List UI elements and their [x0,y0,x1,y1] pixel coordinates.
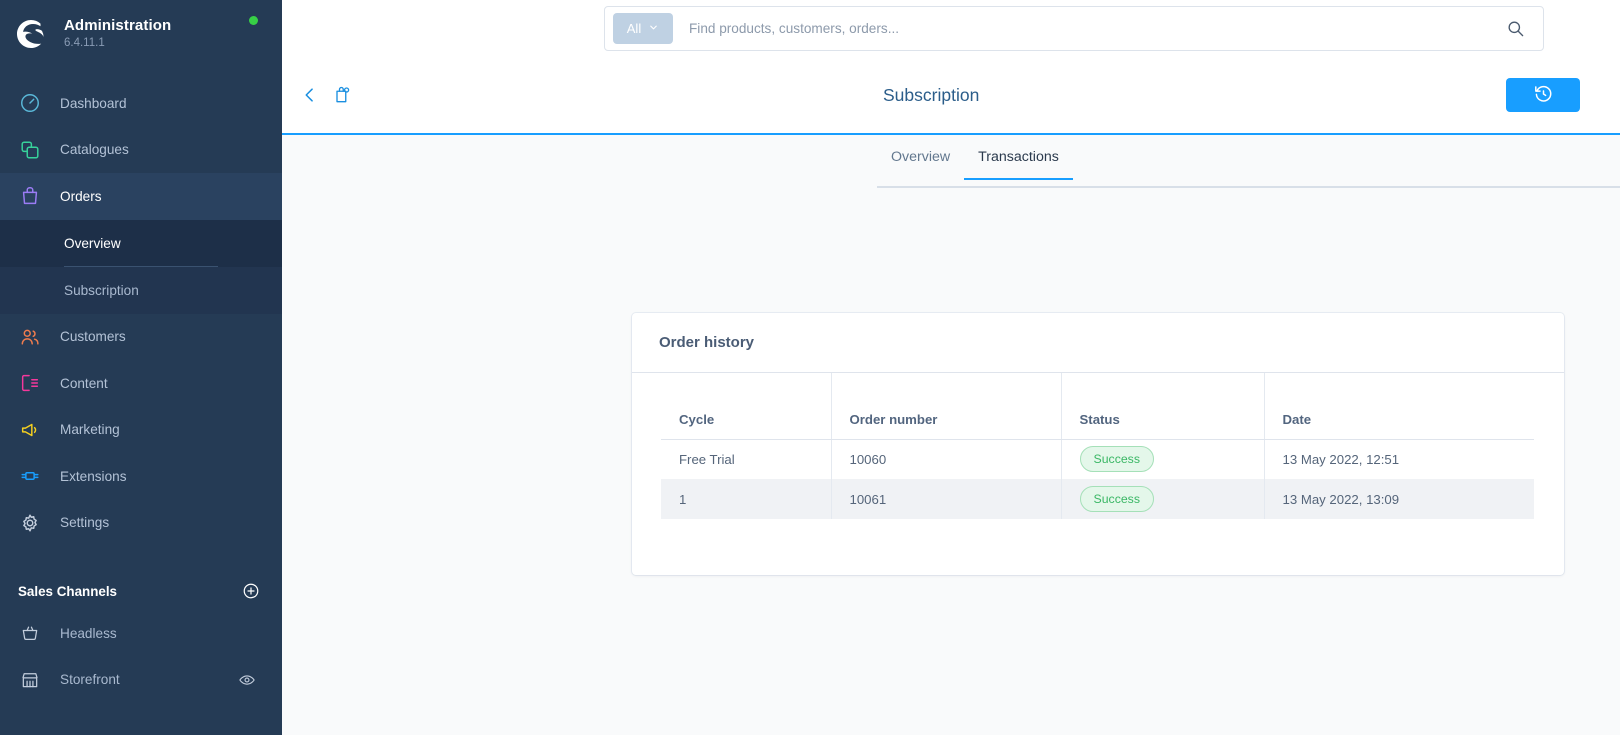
order-history-card: Order history Cycle Order number Status … [632,313,1564,575]
customers-icon [18,325,42,349]
cell-order-number: 10060 [831,439,1062,479]
sales-channel-label: Headless [60,625,117,641]
brand-header: Administration 6.4.11.1 [0,0,282,68]
eye-icon[interactable] [238,671,256,689]
column-header-order-number: Order number [831,373,1062,440]
shopware-logo-icon [14,17,48,51]
status-dot [249,16,258,25]
search-scope-dropdown[interactable]: All [613,13,673,44]
basket-icon [18,621,42,645]
global-search: All [604,6,1544,51]
catalogues-icon [18,138,42,162]
page-title: Subscription [883,84,980,105]
sidebar-item-catalogues[interactable]: Catalogues [0,127,282,174]
tab-bar: Overview Transactions [282,135,1620,188]
brand-title: Administration [64,17,172,34]
topbar: All [282,0,1620,57]
plus-circle-icon[interactable] [242,582,260,600]
sidebar-subitem-label: Overview [64,235,121,251]
sidebar-item-overview[interactable]: Overview [0,219,282,267]
cell-status: Success [1061,479,1265,519]
megaphone-icon [18,418,42,442]
cell-date: 13 May 2022, 13:09 [1264,479,1534,519]
sidebar-subitem-label: Subscription [64,282,139,298]
sidebar-item-subscription[interactable]: Subscription [0,267,282,314]
sidebar-subnav: Overview Subscription [0,219,282,314]
brand-version: 6.4.11.1 [64,37,105,49]
search-scope-label: All [626,21,642,36]
sidebar-item-dashboard[interactable]: Dashboard [0,80,282,127]
status-badge: Success [1079,486,1154,512]
sales-channels-title: Sales Channels [18,583,117,599]
gear-icon [18,511,42,535]
sidebar-item-label: Catalogues [60,142,129,158]
search-icon[interactable] [1506,19,1525,38]
shopware-admin-app: Administration 6.4.11.1 Dashboard Catalo… [0,0,1620,735]
status-badge: Success [1079,446,1154,473]
sidebar-item-orders[interactable]: Orders [0,173,282,220]
subscription-history-button[interactable] [1506,78,1580,112]
column-header-date: Date [1264,373,1534,440]
sidebar-item-label: Dashboard [60,95,127,111]
column-header-cycle: Cycle [661,373,832,440]
sidebar-item-label: Extensions [60,468,127,484]
cell-cycle: Free Trial [661,439,832,479]
tab-label: Transactions [978,149,1059,165]
chevron-down-icon [648,21,659,36]
sidebar: Administration 6.4.11.1 Dashboard Catalo… [0,0,282,735]
page-header: Subscription [282,57,1620,135]
sales-channel-label: Storefront [60,672,120,688]
page-header-actions [282,85,352,105]
tab-transactions[interactable]: Transactions [964,135,1073,180]
main-column: All Find products, customers, orders... … [282,0,1620,735]
table-row[interactable]: 1 10061 Success 13 May 2022, 13:09 [661,479,1534,519]
order-history-table: Cycle Order number Status Date Free Tria… [661,373,1534,519]
sidebar-item-extensions[interactable]: Extensions [0,453,282,500]
sidebar-item-label: Customers [60,329,126,345]
tab-overview[interactable]: Overview [877,135,964,180]
sidebar-item-label: Orders [60,188,102,204]
sidebar-item-settings[interactable]: Settings [0,500,282,547]
sidebar-item-customers[interactable]: Customers [0,314,282,361]
table-head: Cycle Order number Status Date [661,373,1534,440]
table-header-row: Cycle Order number Status Date [661,373,1534,440]
sales-channel-headless[interactable]: Headless [0,610,282,657]
dashboard-icon [18,91,42,115]
order-lock-icon[interactable] [332,85,352,105]
tab-list: Overview Transactions [877,135,1073,180]
cell-status: Success [1061,439,1265,479]
orders-bag-icon [18,184,42,208]
cell-cycle: 1 [661,479,832,519]
sidebar-item-content[interactable]: Content [0,360,282,407]
sales-channels-header: Sales Channels [0,572,282,610]
content-icon [18,371,42,395]
cell-order-number: 10061 [831,479,1062,519]
shop-icon [18,668,42,692]
sidebar-item-label: Content [60,375,108,391]
sidebar-item-marketing[interactable]: Marketing [0,407,282,454]
content-area: Order history Cycle Order number Status … [282,188,1620,735]
card-title: Order history [632,313,1564,373]
sidebar-item-label: Settings [60,515,110,531]
tab-label: Overview [891,149,951,165]
table-row[interactable]: Free Trial 10060 Success 13 May 2022, 12… [661,439,1534,479]
chevron-left-icon[interactable] [300,85,320,105]
sales-channel-storefront[interactable]: Storefront [0,657,282,704]
cell-date: 13 May 2022, 12:51 [1282,451,1400,467]
sidebar-item-label: Marketing [60,422,120,438]
column-header-status: Status [1061,373,1265,440]
extensions-icon [18,464,42,488]
search-input[interactable] [689,21,1506,36]
table-body: Free Trial 10060 Success 13 May 2022, 12… [661,439,1534,519]
history-rewind-icon [1533,83,1554,107]
